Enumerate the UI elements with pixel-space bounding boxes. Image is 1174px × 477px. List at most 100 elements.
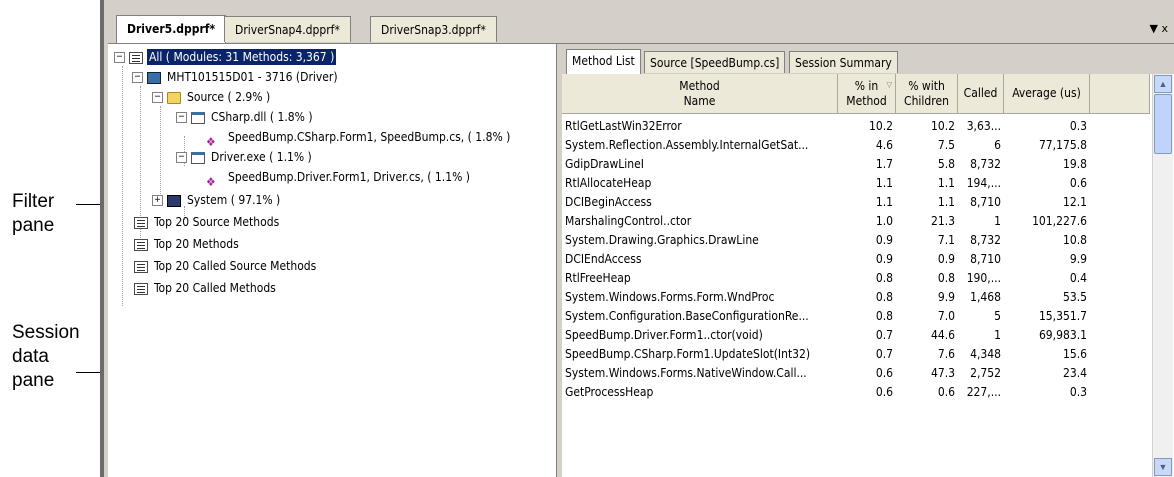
tree-node-driver-form1[interactable]: ❖ SpeedBump.Driver.Form1, Driver.cs, ( 1.…	[206, 167, 472, 189]
filter-pane-callout: Filter pane	[12, 190, 54, 238]
table-row[interactable]: System.Drawing.Graphics.DrawLine 0.9 7.1 8,…	[562, 231, 1150, 250]
scroll-thumb[interactable]	[1154, 94, 1172, 154]
tree-line	[160, 106, 161, 198]
arrow-down-icon[interactable]: ▼	[1154, 458, 1172, 476]
cell-average: 69,983.1	[1038, 328, 1087, 342]
cell-method-name: System.Reflection.Assembly.InternalGetSa…	[565, 138, 809, 152]
cell-pct-with-children: 47.3	[930, 366, 955, 380]
cell-method-name: System.Windows.Forms.Form.WndProc	[565, 290, 775, 304]
tree-node-top20-methods[interactable]: Top 20 Methods	[134, 234, 241, 254]
tree-node-label: SpeedBump.CSharp.Form1, SpeedBump.cs, ( …	[228, 130, 511, 144]
tree-node-all[interactable]: − All ( Modules: 31 Methods: 3,367 )	[114, 47, 337, 67]
cell-method-name: DCIBeginAccess	[565, 195, 652, 209]
cell-method-name: RtlAllocateHeap	[565, 176, 652, 190]
tree-node-label: All ( Modules: 31 Methods: 3,367 )	[147, 49, 337, 65]
cell-pct-with-children: 7.5	[937, 138, 955, 152]
table-row[interactable]: System.Windows.Forms.NativeWindow.Call..…	[562, 364, 1150, 383]
table-row[interactable]: SpeedBump.Driver.Form1..ctor(void) 0.7 44.…	[562, 326, 1150, 345]
cell-pct-with-children: 5.8	[937, 157, 955, 171]
tree-node-source[interactable]: − Source ( 2.9% )	[152, 87, 272, 107]
table-row[interactable]: RtlGetLastWin32Error 10.2 10.2 3,63... 0.3	[562, 117, 1150, 136]
collapse-icon[interactable]: −	[176, 112, 187, 123]
list-icon	[134, 260, 148, 273]
chevron-down-icon[interactable]: ▼ x	[1150, 22, 1168, 35]
cell-pct-with-children: 0.9	[937, 252, 955, 266]
cell-called: 2,752	[970, 366, 1001, 380]
tree-node-label: SpeedBump.Driver.Form1, Driver.cs, ( 1.1…	[228, 170, 470, 184]
tree-node-label: Source ( 2.9% )	[187, 90, 271, 104]
tree-node-label: CSharp.dll ( 1.8% )	[211, 110, 313, 124]
cell-called: 1	[994, 214, 1001, 228]
cell-pct-with-children: 21.3	[930, 214, 955, 228]
column-header-called[interactable]: Called	[958, 74, 1004, 114]
tree-node-label: Top 20 Called Source Methods	[154, 259, 317, 273]
window-frame-top	[108, 0, 1174, 10]
tree-node-csharp-dll[interactable]: − CSharp.dll ( 1.8% )	[176, 107, 315, 127]
table-row[interactable]: DCIBeginAccess 1.1 1.1 8,710 12.1	[562, 193, 1150, 212]
tree-node-top20-called[interactable]: Top 20 Called Methods	[134, 278, 278, 298]
collapse-icon[interactable]: −	[132, 72, 143, 83]
cell-pct-in-method: 0.6	[875, 385, 893, 399]
column-header-label: Method Name	[679, 78, 720, 108]
tab-session-summary[interactable]: Session Summary	[789, 51, 898, 73]
table-row[interactable]: RtlFreeHeap 0.8 0.8 190,... 0.4	[562, 269, 1150, 288]
tree-node-driver-exe[interactable]: − Driver.exe ( 1.1% )	[176, 147, 314, 167]
tree-node-csharp-form1[interactable]: ❖ SpeedBump.CSharp.Form1, SpeedBump.cs, (…	[206, 127, 512, 149]
expand-icon[interactable]: +	[152, 195, 163, 206]
table-row[interactable]: System.Reflection.Assembly.InternalGetSa…	[562, 136, 1150, 155]
collapse-icon[interactable]: −	[152, 92, 163, 103]
table-row[interactable]: RtlAllocateHeap 1.1 1.1 194,... 0.6	[562, 174, 1150, 193]
table-row[interactable]: GdipDrawLineI 1.7 5.8 8,732 19.8	[562, 155, 1150, 174]
tree-node-top20-called-source[interactable]: Top 20 Called Source Methods	[134, 256, 318, 276]
cell-method-name: RtlGetLastWin32Error	[565, 119, 682, 133]
tree-node-machine[interactable]: − MHT101515D01 - 3716 (Driver)	[132, 67, 340, 87]
column-header-filler	[1090, 74, 1150, 114]
tree-node-system[interactable]: + System ( 97.1% )	[152, 190, 282, 210]
cell-pct-with-children: 9.9	[937, 290, 955, 304]
arrow-up-icon[interactable]: ▲	[1154, 75, 1172, 93]
cell-pct-with-children: 1.1	[937, 176, 955, 190]
doc-tab-driver5[interactable]: Driver5.dpprf*	[116, 15, 227, 43]
table-row[interactable]: System.Configuration.BaseConfigurationRe…	[562, 307, 1150, 326]
vertical-scrollbar[interactable]: ▲ ▼	[1152, 74, 1173, 477]
table-row[interactable]: System.Windows.Forms.Form.WndProc 0.8 9.9 1…	[562, 288, 1150, 307]
folder-icon	[167, 91, 181, 104]
cell-method-name: SpeedBump.Driver.Form1..ctor(void)	[565, 328, 763, 342]
cell-average: 23.4	[1062, 366, 1087, 380]
table-row[interactable]: MarshalingControl..ctor 1.0 21.3 1 101,227.6	[562, 212, 1150, 231]
tree-node-top20-source[interactable]: Top 20 Source Methods	[134, 212, 281, 232]
cell-average: 0.4	[1069, 271, 1087, 285]
cell-method-name: GetProcessHeap	[565, 385, 654, 399]
doc-tab-driversnap3[interactable]: DriverSnap3.dpprf*	[370, 16, 497, 42]
callout-line-3: pane	[12, 370, 55, 391]
collapse-icon[interactable]: −	[114, 52, 125, 63]
tree-node-label: Driver.exe ( 1.1% )	[211, 150, 312, 164]
tree-node-label: MHT101515D01 - 3716 (Driver)	[167, 70, 338, 84]
cell-method-name: DCIEndAccess	[565, 252, 642, 266]
cell-pct-in-method: 0.8	[875, 271, 893, 285]
table-row[interactable]: GetProcessHeap 0.6 0.6 227,... 0.3	[562, 383, 1150, 402]
column-header-pct-in-method[interactable]: % in Method ▽	[838, 74, 896, 114]
table-row[interactable]: DCIEndAccess 0.9 0.9 8,710 9.9	[562, 250, 1150, 269]
column-header-label: % with Children	[904, 78, 949, 108]
tree-line	[122, 66, 123, 306]
doc-tab-driversnap4[interactable]: DriverSnap4.dpprf*	[224, 16, 351, 42]
collapse-icon[interactable]: −	[176, 152, 187, 163]
cell-pct-in-method: 0.6	[875, 366, 893, 380]
cell-pct-in-method: 1.7	[875, 157, 893, 171]
tab-source[interactable]: Source [SpeedBump.cs]	[644, 51, 786, 73]
column-header-average[interactable]: Average (us)	[1004, 74, 1090, 114]
cell-pct-with-children: 0.8	[937, 271, 955, 285]
column-header-label: Average (us)	[1012, 86, 1081, 100]
cell-average: 15.6	[1062, 347, 1087, 361]
cell-called: 8,710	[970, 195, 1001, 209]
column-header-method-name[interactable]: Method Name	[562, 74, 838, 114]
list-icon	[134, 238, 148, 251]
table-row[interactable]: SpeedBump.CSharp.Form1.UpdateSlot(Int32)…	[562, 345, 1150, 364]
tab-method-list[interactable]: Method List	[566, 49, 641, 74]
cell-pct-in-method: 0.7	[875, 328, 893, 342]
module-icon	[191, 111, 205, 124]
column-header-pct-with-children[interactable]: % with Children	[896, 74, 958, 114]
tree-node-label: Top 20 Methods	[154, 237, 239, 251]
cell-called: 194,...	[966, 176, 1001, 190]
